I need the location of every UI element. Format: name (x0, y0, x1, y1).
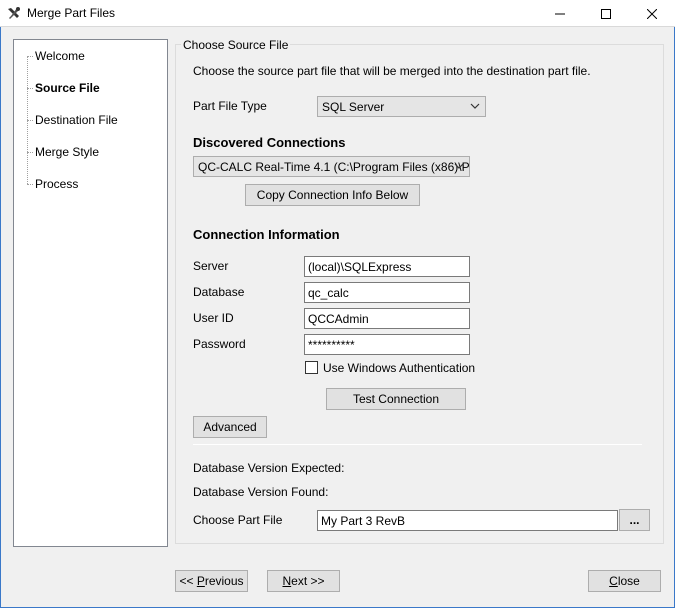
discovered-connections-heading: Discovered Connections (193, 135, 346, 150)
separator (193, 444, 642, 445)
minimize-icon (555, 13, 565, 14)
discovered-connection-value: QC-CALC Real-Time 4.1 (C:\Program Files … (198, 160, 470, 174)
userid-input[interactable]: QCCAdmin (304, 308, 470, 329)
close-label: Close (609, 574, 640, 588)
database-label: Database (193, 285, 245, 299)
tree-branch (27, 88, 33, 89)
server-input[interactable]: (local)\SQLExpress (304, 256, 470, 277)
windows-auth-checkbox[interactable] (305, 361, 318, 374)
tree-branch (27, 120, 33, 121)
connection-info-heading: Connection Information (193, 227, 340, 242)
version-found-label: Database Version Found: (193, 485, 329, 499)
copy-connection-button[interactable]: Copy Connection Info Below (245, 184, 420, 206)
part-file-input[interactable]: My Part 3 RevB (317, 510, 618, 531)
advanced-button[interactable]: Advanced (193, 416, 267, 438)
minimize-button[interactable] (537, 0, 583, 27)
maximize-button[interactable] (583, 0, 629, 27)
nav-item-merge-style[interactable]: Merge Style (35, 145, 99, 159)
nav-item-welcome[interactable]: Welcome (35, 49, 85, 63)
previous-button[interactable]: << Previous (175, 570, 248, 592)
password-label: Password (193, 337, 246, 351)
previous-label: << Previous (179, 574, 244, 588)
part-file-type-label: Part File Type (193, 99, 267, 113)
tools-icon (8, 7, 20, 19)
window-title: Merge Part Files (27, 6, 116, 20)
server-label: Server (193, 259, 229, 273)
tree-branch (27, 56, 33, 57)
instructions-text: Choose the source part file that will be… (193, 64, 591, 78)
browse-button[interactable]: ... (619, 509, 650, 531)
chevron-down-icon (470, 103, 480, 109)
maximize-icon (601, 8, 611, 19)
nav-item-destination-file[interactable]: Destination File (35, 113, 118, 127)
title-bar: Merge Part Files (0, 0, 675, 27)
nav-item-process[interactable]: Process (35, 177, 78, 191)
tree-branch (27, 152, 33, 153)
part-file-type-value: SQL Server (322, 100, 385, 114)
close-icon (647, 8, 657, 19)
group-title: Choose Source File (181, 38, 291, 52)
windows-auth-label[interactable]: Use Windows Authentication (323, 361, 475, 375)
version-expected-label: Database Version Expected: (193, 461, 345, 475)
discovered-connections-select[interactable]: QC-CALC Real-Time 4.1 (C:\Program Files … (193, 156, 470, 177)
userid-label: User ID (193, 311, 234, 325)
tree-branch (27, 184, 33, 185)
next-button[interactable]: Next >> (267, 570, 340, 592)
nav-item-source-file[interactable]: Source File (35, 81, 100, 95)
test-connection-button[interactable]: Test Connection (326, 388, 466, 410)
next-label: Next >> (282, 574, 325, 588)
part-file-type-select[interactable]: SQL Server (317, 96, 486, 117)
database-input[interactable]: qc_calc (304, 282, 470, 303)
close-window-button[interactable] (629, 0, 675, 27)
password-input[interactable]: ********** (304, 334, 470, 355)
chevron-down-icon (454, 163, 464, 169)
wizard-nav-tree: Welcome Source File Destination File Mer… (13, 39, 168, 547)
close-button[interactable]: Close (588, 570, 661, 592)
choose-part-file-label: Choose Part File (193, 513, 283, 527)
